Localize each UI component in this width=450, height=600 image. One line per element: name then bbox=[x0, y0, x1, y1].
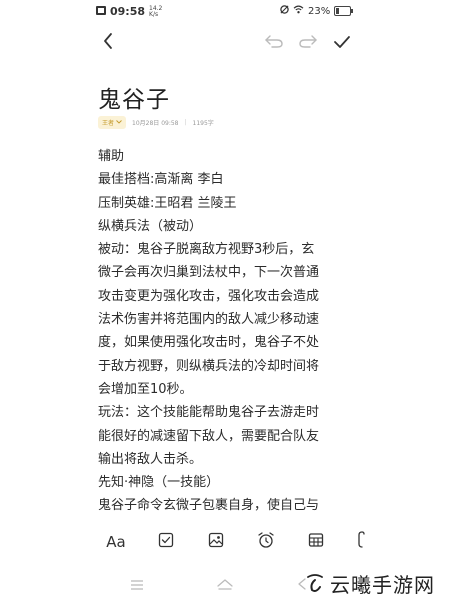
note-line: 被动：鬼谷子脱离敌方视野3秒后，玄 bbox=[98, 242, 315, 258]
note-meta: 王者 10月28日 09:58 | 1195字 bbox=[98, 116, 214, 129]
status-bar: 09:58 14.2 K/s 23% bbox=[0, 0, 450, 24]
redo-icon bbox=[298, 33, 318, 53]
status-left: 09:58 14.2 K/s bbox=[96, 5, 162, 18]
menu-button[interactable] bbox=[130, 576, 144, 595]
battery-text: 23% bbox=[308, 5, 331, 17]
battery-icon bbox=[334, 6, 354, 16]
folder-label: 王者 bbox=[102, 120, 115, 127]
note-line: 玩法：这个技能能帮助鬼谷子去游走时 bbox=[98, 405, 320, 421]
insert-image-button[interactable] bbox=[206, 530, 226, 554]
text-style-label: Aa bbox=[106, 533, 126, 551]
done-button[interactable] bbox=[330, 32, 354, 54]
note-line: 纵横兵法（被动） bbox=[98, 218, 203, 234]
undo-button[interactable] bbox=[262, 32, 286, 54]
note-line: 度，如果使用强化攻击时，鬼谷子不处 bbox=[98, 335, 320, 351]
alarm-icon bbox=[257, 531, 275, 553]
watermark: 云曦手游网 bbox=[304, 567, 435, 599]
redo-button[interactable] bbox=[296, 32, 320, 54]
insert-table-button[interactable] bbox=[306, 530, 326, 554]
wifi-icon bbox=[293, 5, 304, 17]
note-line: 最佳搭档:高渐离 李白 bbox=[98, 172, 224, 188]
note-line: 会增加至10秒。 bbox=[98, 381, 193, 397]
network-speed: 14.2 K/s bbox=[149, 5, 162, 18]
format-bar: Aa bbox=[0, 526, 450, 558]
attachment-icon bbox=[356, 531, 366, 553]
note-line: 鬼谷子命令玄微子包裹自身，使自己与 bbox=[98, 498, 320, 514]
chevron-left-icon bbox=[102, 32, 114, 54]
note-body[interactable]: 辅助 最佳搭档:高渐离 李白 压制英雄:王昭君 兰陵王 纵横兵法（被动） 被动：… bbox=[98, 145, 358, 518]
status-right: 23% bbox=[280, 5, 354, 17]
watermark-logo-icon bbox=[304, 572, 326, 594]
menu-icon bbox=[130, 576, 144, 595]
back-button[interactable] bbox=[96, 32, 120, 54]
note-title[interactable]: 鬼谷子 bbox=[98, 80, 170, 114]
note-line: 压制英雄:王昭君 兰陵王 bbox=[98, 195, 237, 211]
note-datetime: 10月28日 09:58 bbox=[132, 120, 179, 127]
note-line: 于敌方视野，则纵横兵法的冷却时间将 bbox=[98, 358, 320, 374]
check-icon bbox=[333, 34, 351, 53]
checkbox-icon bbox=[158, 532, 174, 552]
note-toolbar bbox=[0, 28, 450, 58]
attachment-button[interactable] bbox=[354, 530, 368, 554]
sim-icon bbox=[96, 5, 106, 18]
table-icon bbox=[308, 532, 324, 552]
note-char-count: 1195字 bbox=[192, 120, 214, 127]
alarm-status-icon bbox=[280, 5, 289, 17]
note-line: 先知·神隐（一技能） bbox=[98, 475, 220, 491]
text-style-button[interactable]: Aa bbox=[104, 530, 128, 554]
folder-selector[interactable]: 王者 bbox=[98, 116, 127, 129]
clock: 09:58 bbox=[110, 5, 146, 18]
note-line: 法术伤害并将范围内的敌人减少移动速 bbox=[98, 312, 320, 328]
note-line: 能很好的减速留下敌人，需要配合队友 bbox=[98, 428, 320, 444]
watermark-text: 云曦手游网 bbox=[330, 572, 435, 597]
note-line: 辅助 bbox=[98, 149, 125, 164]
undo-icon bbox=[264, 33, 284, 53]
home-icon bbox=[216, 576, 234, 595]
note-line: 攻击变更为强化攻击，强化攻击会造成 bbox=[98, 288, 320, 304]
reminder-button[interactable] bbox=[256, 530, 276, 554]
note-line: 微子会再次归巢到法杖中，下一次普通 bbox=[98, 265, 320, 281]
home-button[interactable] bbox=[216, 576, 234, 595]
network-speed-unit: K/s bbox=[149, 10, 159, 18]
chevron-down-icon bbox=[116, 119, 122, 126]
image-icon bbox=[208, 532, 224, 552]
checklist-button[interactable] bbox=[156, 530, 176, 554]
meta-divider: | bbox=[184, 119, 187, 126]
note-line: 输出将敌人击杀。 bbox=[98, 451, 203, 467]
